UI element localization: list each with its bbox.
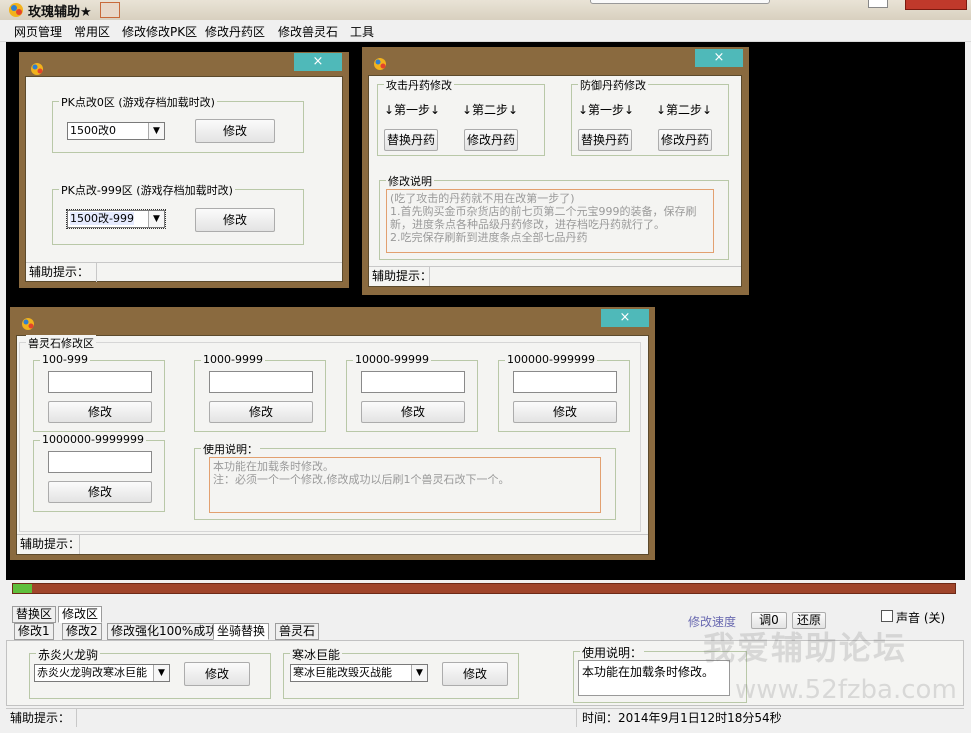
stone-usage-notes: 本功能在加载条时修改。 注：必须一个一个修改,修改成功以后刷1个兽灵石改下一个。 [209,457,601,513]
app-logo-icon [31,63,43,75]
close-button[interactable]: × [294,53,342,71]
attack-dan-group: 攻击丹药修改 ↓第一步↓ ↓第二步↓ 替换丹药 修改丹药 [377,77,545,156]
stone-range-2: 1000-9999 修改 [194,353,326,432]
defense-dan-group: 防御丹药修改 ↓第一步↓ ↓第二步↓ 替换丹药 修改丹药 [571,77,729,156]
time-label: 时间：2014年9月1日12时18分54秒 [582,711,782,725]
step1-label: ↓第一步↓ [578,103,635,117]
stone-range-2-input[interactable] [209,371,313,393]
minimize-button[interactable] [868,0,888,8]
fire-horse-select[interactable]: 赤炎火龙驹改寒冰巨能 ▼ [34,664,170,682]
top-input[interactable] [590,0,770,4]
close-button[interactable]: × [601,309,649,327]
stone-range-2-modify-button[interactable]: 修改 [209,401,313,423]
ice-energy-select[interactable]: 寒冰巨能改毁灭战能 ▼ [290,664,428,682]
pk-minus-group: PK点改-999区 (游戏存档加载时改) 1500改-999 ▼ 修改 [52,182,304,245]
menu-pk[interactable]: 修改修改PK区 [122,23,197,40]
tab-mount-replace[interactable]: 坐骑替换 [213,623,270,640]
stone-range-4-modify-button[interactable]: 修改 [513,401,617,423]
menu-web-manage[interactable]: 网页管理 [14,23,62,40]
chevron-down-icon: ▼ [148,211,164,227]
chevron-down-icon: ▼ [411,665,427,681]
tab-modify2[interactable]: 修改2 [62,623,102,640]
hint-bar: 辅助提示： [17,534,648,554]
group-label: PK点改0区 (游戏存档加载时改) [59,94,217,110]
hint-bar: 辅助提示： [369,266,741,286]
fire-horse-group: 赤炎火龙驹 赤炎火龙驹改寒冰巨能 ▼ 修改 [29,646,271,699]
step2-label: ↓第二步↓ [656,103,713,117]
bottom-panel: 赤炎火龙驹 赤炎火龙驹改寒冰巨能 ▼ 修改 寒冰巨能 寒冰巨能改毁灭战能 ▼ 修改 … [6,629,964,706]
stone-range-4: 100000-999999 修改 [498,353,630,432]
window-title: 玫瑰辅助★ [28,5,92,20]
tab-beast-stone[interactable]: 兽灵石 [275,623,320,640]
pk-minus-select[interactable]: 1500改-999 ▼ [66,209,166,229]
progress-fill [13,584,32,593]
window-close-button[interactable] [905,0,967,10]
pk-minus-modify-button[interactable]: 修改 [195,208,275,232]
stone-window: × 兽灵石修改区 100-999 修改 1000-9999 修改 10000-9… [10,307,655,560]
pk-zero-modify-button[interactable]: 修改 [195,119,275,143]
stone-range-3-input[interactable] [361,371,465,393]
notepad-icon [100,2,120,18]
hint-label: 辅助提示： [10,711,71,725]
chevron-down-icon: ▼ [148,123,164,139]
dan-window: × 攻击丹药修改 ↓第一步↓ ↓第二步↓ 替换丹药 修改丹药 防御丹药修改 ↓第… [362,47,749,295]
stone-range-1-modify-button[interactable]: 修改 [48,401,152,423]
defense-modify-button[interactable]: 修改丹药 [658,129,712,151]
main-window: 玫瑰辅助★ 网页管理 常用区 修改修改PK区 修改丹药区 修改兽灵石 工具 × … [0,0,971,733]
watermark-title: 我爱辅助论坛 [703,629,908,667]
group-label: 兽灵石修改区 [26,335,96,351]
fire-horse-modify-button[interactable]: 修改 [184,662,250,686]
menu-stone[interactable]: 修改兽灵石 [278,23,338,40]
attack-replace-button[interactable]: 替换丹药 [384,129,438,151]
tab-modify1[interactable]: 修改1 [14,623,54,640]
app-logo-icon [374,58,386,70]
tab-modify-area[interactable]: 修改区 [58,606,103,623]
stone-range-1: 100-999 修改 [33,353,165,432]
step2-label: ↓第二步↓ [462,103,519,117]
menu-tools[interactable]: 工具 [350,23,374,40]
menu-common[interactable]: 常用区 [74,23,110,40]
attack-modify-button[interactable]: 修改丹药 [464,129,518,151]
menu-bar: 网页管理 常用区 修改修改PK区 修改丹药区 修改兽灵石 工具 [0,20,971,42]
group-label: 防御丹药修改 [578,77,648,93]
group-label: 攻击丹药修改 [384,77,454,93]
sound-checkbox[interactable] [881,610,893,622]
group-label: PK点改-999区 (游戏存档加载时改) [59,182,235,198]
stone-range-4-input[interactable] [513,371,617,393]
tab-replace-area[interactable]: 替换区 [12,606,57,623]
stone-range-3-modify-button[interactable]: 修改 [361,401,465,423]
title-bar: 玫瑰辅助★ [0,0,971,20]
group-label: 修改说明 [386,173,434,189]
app-logo-icon [9,3,23,17]
ice-energy-modify-button[interactable]: 修改 [442,662,508,686]
dan-notes-group: 修改说明 (吃了攻击的丹药就不用在改第一步了) 1.首先购买金币杂货店的前七页第… [379,173,729,260]
chevron-down-icon: ▼ [153,665,169,681]
app-logo-icon [22,318,34,330]
menu-dan[interactable]: 修改丹药区 [205,23,265,40]
close-button[interactable]: × [695,49,743,67]
status-bar: 辅助提示： 时间：2014年9月1日12时18分54秒 [6,708,964,728]
stone-range-5-modify-button[interactable]: 修改 [48,481,152,503]
stone-range-1-input[interactable] [48,371,152,393]
stone-usage-group: 使用说明： 本功能在加载条时修改。 注：必须一个一个修改,修改成功以后刷1个兽灵… [194,441,616,520]
defense-replace-button[interactable]: 替换丹药 [578,129,632,151]
ice-energy-group: 寒冰巨能 寒冰巨能改毁灭战能 ▼ 修改 [283,646,519,699]
pk-window: × PK点改0区 (游戏存档加载时改) 1500改0 ▼ 修改 PK点改-999区… [19,52,349,288]
stone-range-3: 10000-99999 修改 [346,353,478,432]
pk-zero-group: PK点改0区 (游戏存档加载时改) 1500改0 ▼ 修改 [52,94,304,153]
pk-zero-select[interactable]: 1500改0 ▼ [67,122,165,140]
tab-strengthen[interactable]: 修改强化100%成功 [107,623,222,640]
step1-label: ↓第一步↓ [384,103,441,117]
stone-range-5-input[interactable] [48,451,152,473]
stone-range-5: 1000000-9999999 修改 [33,433,165,512]
hint-bar: 辅助提示： [26,262,342,282]
dan-notes: (吃了攻击的丹药就不用在改第一步了) 1.首先购买金币杂货店的前七页第二个元宝9… [386,189,714,253]
progress-bar [12,583,956,594]
watermark-url: www.52fzba.com [735,675,957,705]
